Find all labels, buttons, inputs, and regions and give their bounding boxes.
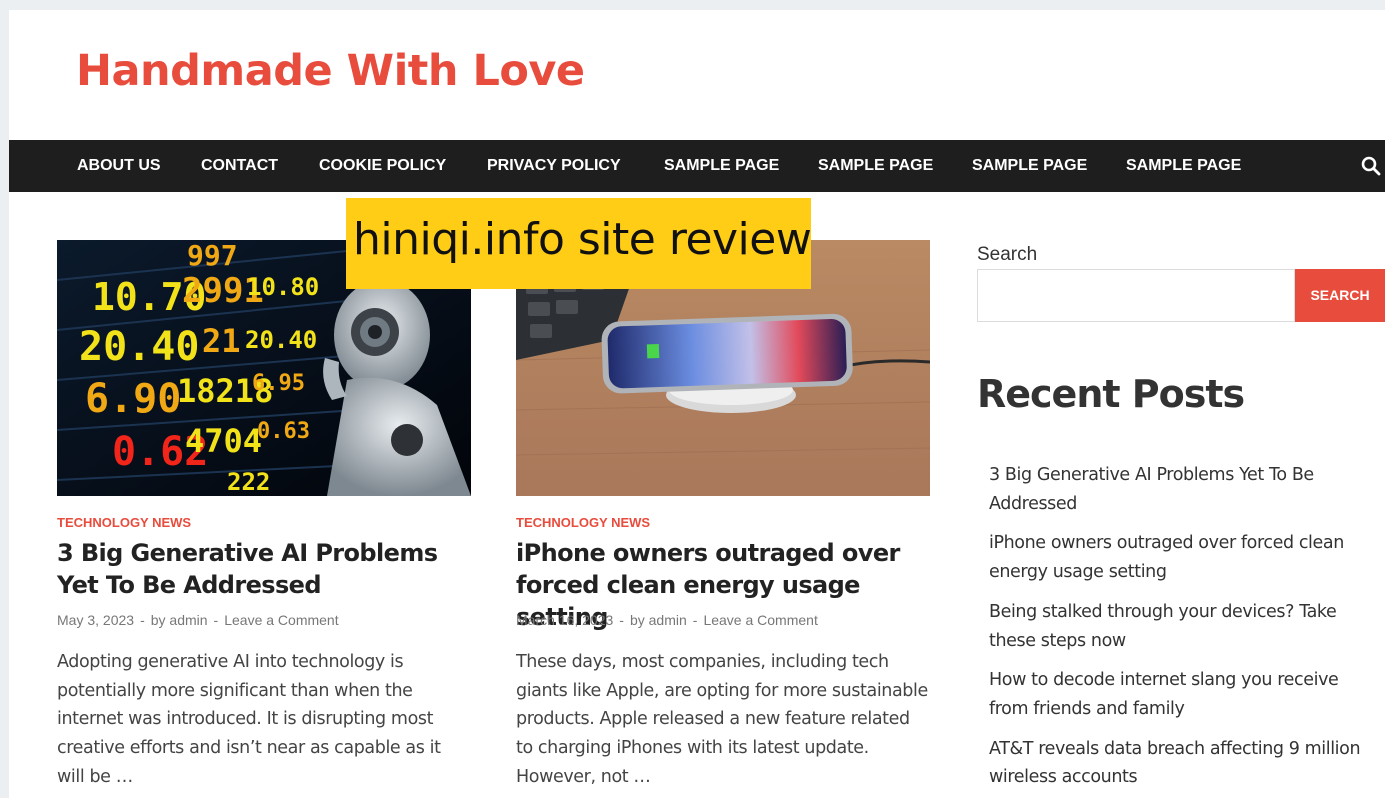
nav-item-privacy-policy[interactable]: PRIVACY POLICY <box>487 140 621 192</box>
main-navigation: ABOUT US CONTACT COOKIE POLICY PRIVACY P… <box>9 140 1385 192</box>
site-title[interactable]: Handmade With Love <box>76 46 585 96</box>
review-banner: hiniqi.info site review <box>346 198 812 289</box>
svg-text:997: 997 <box>187 240 238 272</box>
sidebar-search-button[interactable]: SEARCH <box>1295 269 1385 322</box>
nav-item-sample-page-3[interactable]: SAMPLE PAGE <box>972 140 1087 192</box>
meta-separator: - <box>140 612 145 628</box>
svg-text:6.90: 6.90 <box>85 376 181 422</box>
meta-separator: - <box>619 612 624 628</box>
post-author[interactable]: by admin <box>630 612 687 628</box>
nav-item-about-us[interactable]: ABOUT US <box>77 140 161 192</box>
svg-text:20.40: 20.40 <box>245 326 317 354</box>
review-banner-text: hiniqi.info site review <box>353 214 812 265</box>
post-title[interactable]: 3 Big Generative AI Problems Yet To Be A… <box>57 537 471 601</box>
post-meta: May 3, 2023- by admin - Leave a Comment <box>57 612 339 628</box>
nav-item-sample-page-2[interactable]: SAMPLE PAGE <box>818 140 933 192</box>
sidebar-search-input[interactable] <box>977 269 1295 322</box>
nav-item-contact[interactable]: CONTACT <box>201 140 278 192</box>
svg-text:222: 222 <box>227 468 270 496</box>
svg-text:20.40: 20.40 <box>79 324 199 370</box>
post-date[interactable]: May 3, 2023 <box>57 612 134 628</box>
sidebar-search-label: Search <box>977 244 1038 265</box>
meta-separator: - <box>692 612 698 628</box>
svg-text:6.95: 6.95 <box>252 371 305 396</box>
post-category[interactable]: TECHNOLOGY NEWS <box>57 515 191 530</box>
recent-post-link[interactable]: AT&T reveals data breach affecting 9 mil… <box>989 735 1381 792</box>
recent-posts-heading: Recent Posts <box>977 372 1245 416</box>
svg-text:10.80: 10.80 <box>247 273 319 301</box>
post-excerpt: Adopting generative AI into technology i… <box>57 652 441 787</box>
svg-text:21: 21 <box>202 322 241 360</box>
svg-text:0.63: 0.63 <box>257 419 310 444</box>
svg-text:4704: 4704 <box>185 422 262 460</box>
nav-item-sample-page-4[interactable]: SAMPLE PAGE <box>1126 140 1241 192</box>
recent-post-link[interactable]: Being stalked through your devices? Take… <box>989 598 1381 655</box>
recent-posts-list: 3 Big Generative AI Problems Yet To Be A… <box>989 461 1381 798</box>
nav-item-cookie-policy[interactable]: COOKIE POLICY <box>319 140 446 192</box>
search-icon[interactable] <box>1361 156 1381 176</box>
meta-separator: - <box>213 612 219 628</box>
post-excerpt: These days, most companies, including te… <box>516 652 928 787</box>
post-category[interactable]: TECHNOLOGY NEWS <box>516 515 650 530</box>
recent-post-link[interactable]: 3 Big Generative AI Problems Yet To Be A… <box>989 461 1381 518</box>
browser-top-strip <box>0 0 1385 10</box>
post-author[interactable]: by admin <box>151 612 208 628</box>
post-comments-link[interactable]: Leave a Comment <box>703 612 817 628</box>
post-meta: March 16, 2023- by admin - Leave a Comment <box>516 612 818 628</box>
post-comments-link[interactable]: Leave a Comment <box>224 612 338 628</box>
post-date[interactable]: March 16, 2023 <box>516 612 613 628</box>
page-left-strip <box>0 0 9 798</box>
nav-item-sample-page-1[interactable]: SAMPLE PAGE <box>664 140 779 192</box>
recent-post-link[interactable]: iPhone owners outraged over forced clean… <box>989 529 1381 586</box>
recent-post-link[interactable]: How to decode internet slang you receive… <box>989 666 1381 723</box>
